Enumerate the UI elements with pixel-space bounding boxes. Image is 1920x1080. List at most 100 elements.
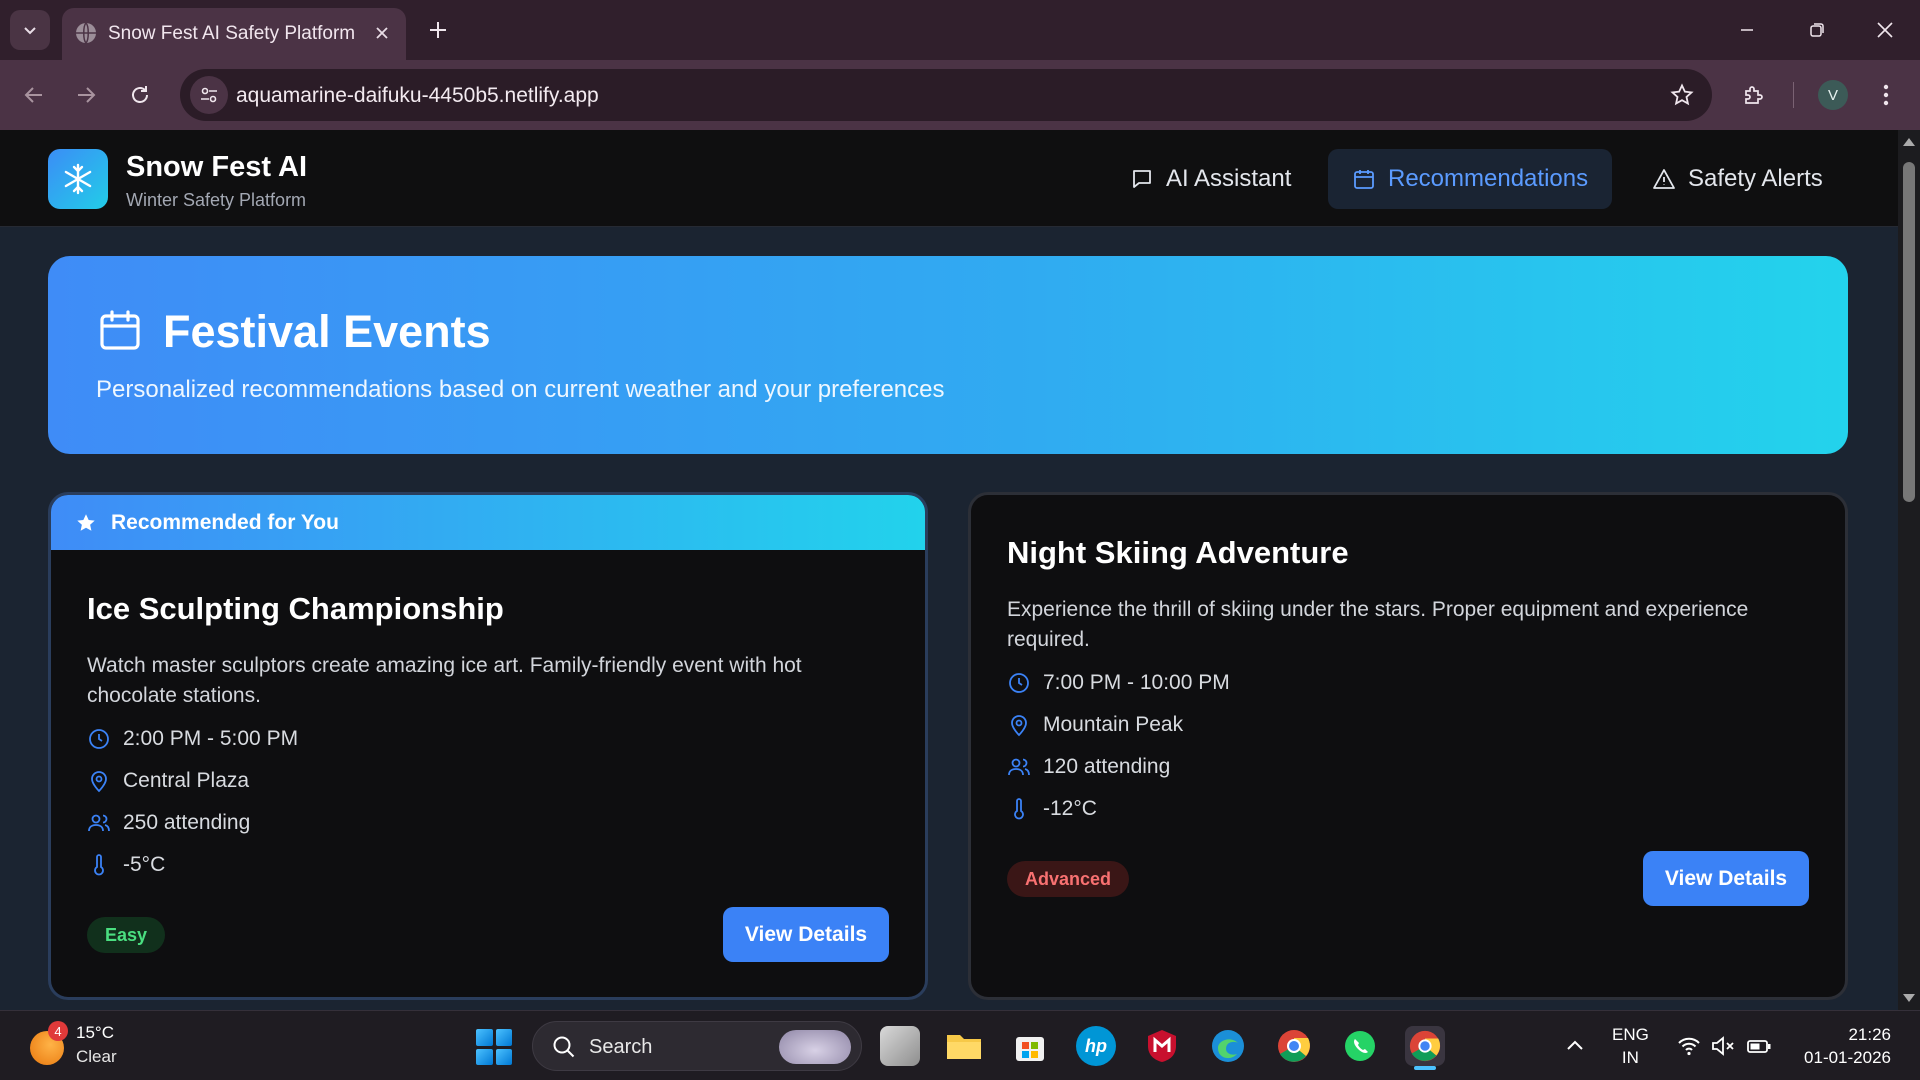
view-details-button[interactable]: View Details	[1643, 851, 1809, 906]
tune-icon	[201, 87, 217, 103]
arrow-left-icon	[24, 87, 42, 103]
event-attendance: 250 attending	[87, 811, 250, 835]
search-highlight-image	[779, 1030, 851, 1064]
page-viewport: Snow Fest AI Winter Safety Platform AI A…	[0, 130, 1898, 1010]
site-info-button[interactable]	[190, 76, 228, 114]
event-description: Watch master sculptors create amazing ic…	[87, 654, 802, 707]
event-card: Recommended for You Ice Sculpting Champi…	[48, 492, 928, 1000]
hp-app-icon[interactable]: hp	[1076, 1026, 1116, 1066]
event-temperature-text: -12°C	[1043, 797, 1097, 820]
thermometer-icon	[94, 854, 104, 876]
star-icon	[77, 513, 95, 531]
ribbon-label: Recommended for You	[111, 510, 339, 534]
arrow-right-icon	[78, 87, 96, 103]
windows-logo-tile	[476, 1029, 493, 1046]
windows-logo-tile	[495, 1048, 512, 1065]
new-tab-button[interactable]	[420, 12, 456, 48]
nav-recommendations[interactable]: Recommendations	[1328, 149, 1613, 209]
browser-toolbar: aquamarine-daifuku-4450b5.netlify.app	[0, 60, 1920, 130]
restore-button[interactable]	[1792, 10, 1842, 50]
app-logo[interactable]	[48, 149, 108, 209]
region-code: IN	[1621, 1048, 1639, 1067]
task-view-icon[interactable]	[880, 1026, 920, 1066]
toolbar-divider	[1793, 82, 1794, 108]
nav-label: Recommendations	[1388, 165, 1589, 192]
minimize-icon	[1741, 29, 1753, 31]
clock-time: 21:26	[1848, 1025, 1891, 1044]
bookmark-button[interactable]	[1668, 81, 1696, 109]
folder-icon	[947, 1035, 981, 1059]
tab-title: Snow Fest AI Safety Platform	[108, 23, 356, 44]
event-description: Experience the thrill of skiing under th…	[1007, 598, 1749, 651]
weather-condition[interactable]: Clear	[76, 1047, 117, 1067]
chrome-profile-icon[interactable]	[1405, 1026, 1445, 1066]
system-clock[interactable]: 21:26 01-01-2026	[1795, 1023, 1891, 1069]
search-label: Search	[589, 1036, 653, 1058]
brand-title: Snow Fest AI	[126, 151, 307, 183]
back-button[interactable]	[14, 75, 54, 115]
tab-close-button[interactable]	[368, 19, 396, 47]
edge-icon[interactable]	[1208, 1026, 1248, 1066]
shield-icon	[1148, 1030, 1176, 1062]
language-indicator[interactable]: ENG IN	[1612, 1023, 1649, 1069]
close-icon	[376, 27, 388, 39]
scroll-down-arrow[interactable]	[1903, 994, 1915, 1002]
language-code: ENG	[1612, 1025, 1649, 1044]
windows-taskbar: 4 15°C Clear Search hp ENG IN 21:26 01-0…	[0, 1010, 1920, 1080]
chat-icon	[1133, 170, 1151, 188]
reload-button[interactable]	[120, 75, 160, 115]
map-pin-icon	[91, 771, 107, 793]
volume-muted-icon[interactable]	[1710, 1033, 1736, 1059]
event-time-text: 2:00 PM - 5:00 PM	[123, 727, 299, 750]
mcafee-icon[interactable]	[1142, 1026, 1182, 1066]
event-attendance-text: 120 attending	[1043, 755, 1171, 778]
profile-avatar[interactable]: V	[1818, 80, 1848, 110]
start-button[interactable]	[476, 1029, 512, 1065]
file-explorer-icon[interactable]	[944, 1026, 984, 1066]
nav-label: Safety Alerts	[1688, 165, 1823, 192]
page-title: Festival Events	[163, 306, 491, 357]
weather-temperature[interactable]: 15°C	[76, 1023, 114, 1043]
url-text[interactable]: aquamarine-daifuku-4450b5.netlify.app	[236, 84, 599, 108]
taskbar-search[interactable]: Search	[532, 1021, 862, 1071]
users-icon	[88, 814, 110, 832]
edge-browser-icon	[1212, 1030, 1244, 1062]
scroll-up-arrow[interactable]	[1903, 138, 1915, 146]
minimize-button[interactable]	[1722, 10, 1772, 50]
extensions-button[interactable]	[1734, 75, 1774, 115]
puzzle-icon	[1745, 86, 1763, 104]
active-app-indicator	[1414, 1066, 1436, 1070]
scroll-thumb[interactable]	[1903, 162, 1915, 502]
app-header: Snow Fest AI Winter Safety Platform AI A…	[0, 130, 1898, 227]
chrome-icon[interactable]	[1274, 1026, 1314, 1066]
search-icon	[553, 1036, 575, 1058]
event-card: Night Skiing Adventure Experience the th…	[968, 492, 1848, 1000]
chrome-browser-icon	[1409, 1030, 1441, 1062]
event-temperature: -12°C	[1007, 797, 1097, 821]
microsoft-store-icon[interactable]	[1010, 1026, 1050, 1066]
forward-button[interactable]	[66, 75, 106, 115]
map-pin-icon	[1011, 715, 1027, 737]
browser-tab[interactable]: Snow Fest AI Safety Platform	[62, 8, 406, 60]
brand-subtitle: Winter Safety Platform	[126, 190, 307, 210]
page-scrollbar[interactable]	[1898, 130, 1920, 1010]
nav-safety-alerts[interactable]: Safety Alerts	[1628, 149, 1847, 209]
close-window-button[interactable]	[1860, 10, 1910, 50]
event-temperature: -5°C	[87, 853, 165, 877]
tab-search-button[interactable]	[10, 10, 50, 50]
browser-menu-button[interactable]	[1866, 75, 1906, 115]
event-title: Ice Sculpting Championship	[87, 591, 504, 626]
address-bar[interactable]: aquamarine-daifuku-4450b5.netlify.app	[180, 69, 1712, 121]
nav-ai-assistant[interactable]: AI Assistant	[1106, 149, 1315, 209]
battery-icon[interactable]	[1746, 1033, 1772, 1059]
event-title: Night Skiing Adventure	[1007, 535, 1349, 570]
warning-icon	[1653, 169, 1675, 189]
chevron-up-icon[interactable]	[1562, 1033, 1588, 1059]
hero-banner: Festival Events Personalized recommendat…	[48, 256, 1848, 454]
reload-icon	[132, 86, 148, 103]
view-details-button[interactable]: View Details	[723, 907, 889, 962]
store-icon	[1016, 1037, 1044, 1061]
globe-icon	[76, 22, 96, 44]
wifi-icon[interactable]	[1676, 1033, 1702, 1059]
whatsapp-icon[interactable]	[1340, 1026, 1380, 1066]
